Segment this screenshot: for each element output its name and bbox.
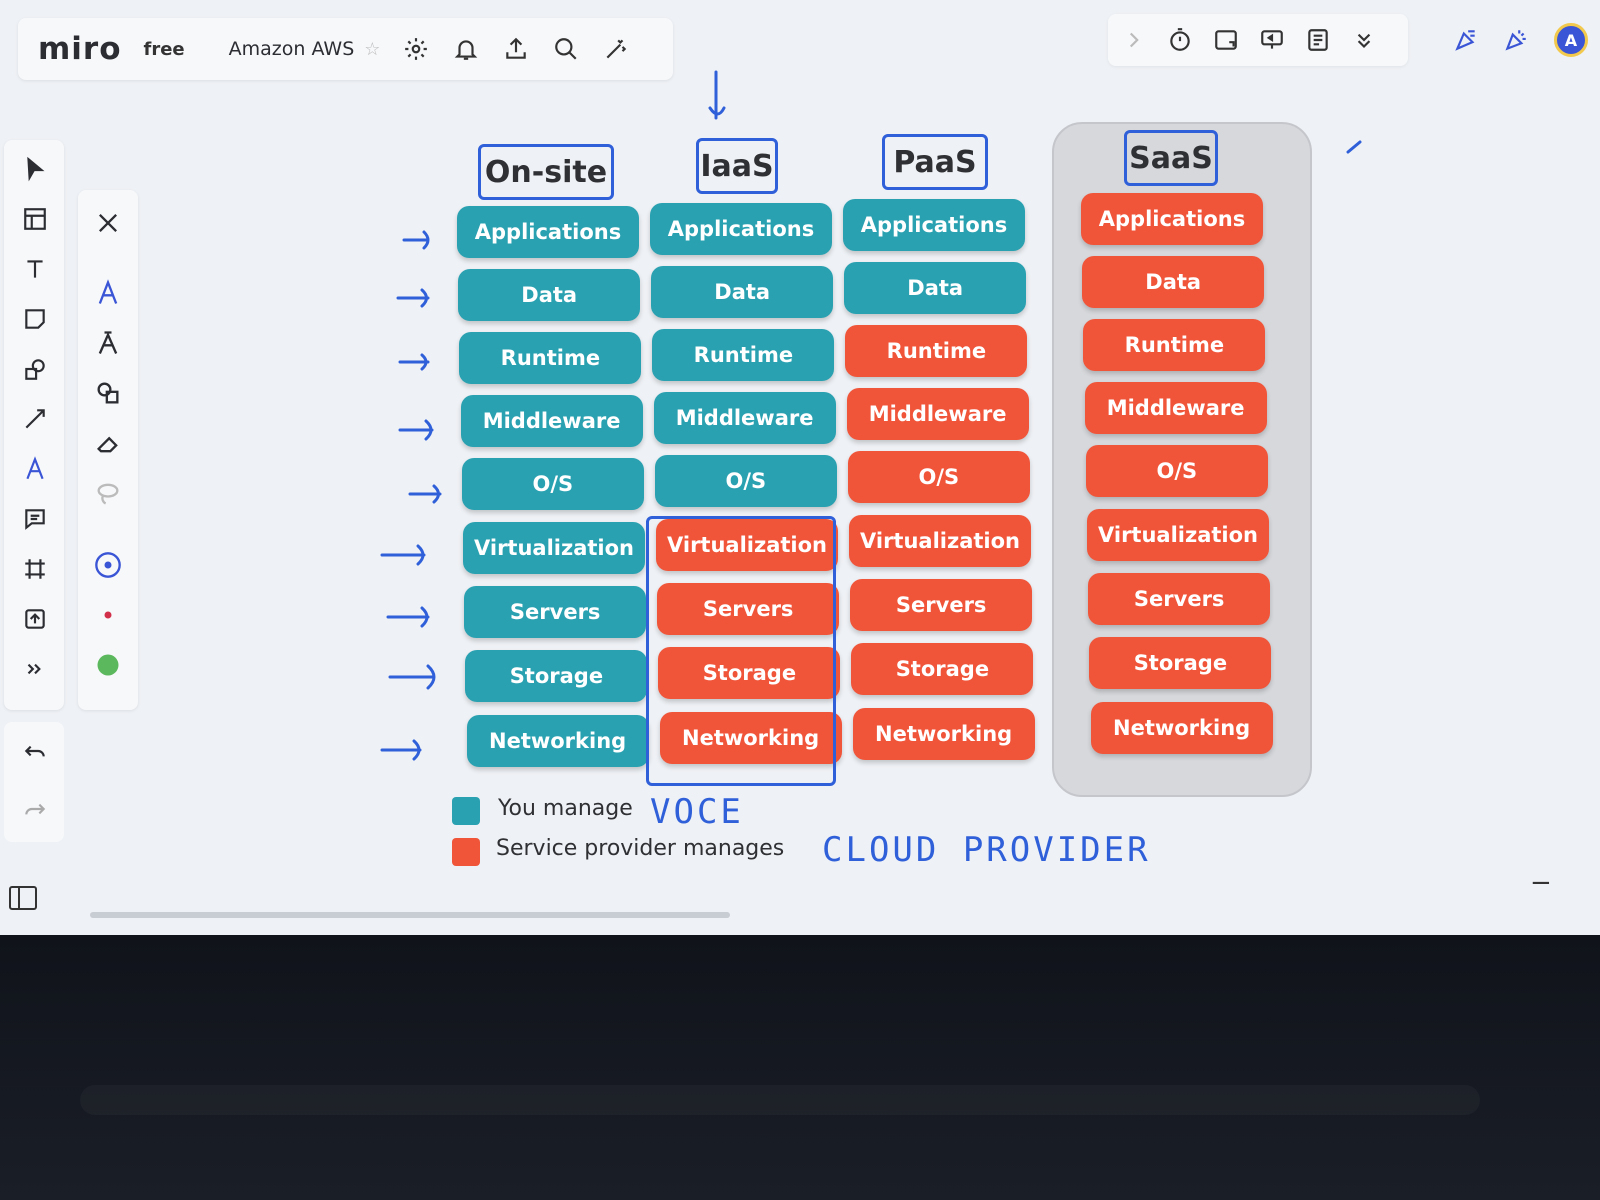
tile-iaas-os[interactable]: O/S xyxy=(654,455,837,507)
timer-icon[interactable] xyxy=(1166,26,1194,54)
lasso-icon[interactable] xyxy=(93,478,123,508)
avatar[interactable]: A xyxy=(1554,23,1588,57)
comment-icon[interactable] xyxy=(20,504,50,534)
more-icon[interactable] xyxy=(1350,26,1378,54)
tile-on-site-servers[interactable]: Servers xyxy=(464,586,647,638)
magic-icon[interactable] xyxy=(602,35,630,63)
upload-icon[interactable] xyxy=(20,604,50,634)
more-tools-icon[interactable] xyxy=(20,654,50,684)
pen-icon[interactable] xyxy=(20,454,50,484)
search-icon[interactable] xyxy=(552,35,580,63)
text-icon[interactable] xyxy=(20,254,50,284)
horizontal-scrollbar[interactable] xyxy=(90,912,730,918)
select-icon[interactable] xyxy=(20,154,50,184)
tile-iaas-middleware[interactable]: Middleware xyxy=(653,392,836,444)
present-icon[interactable] xyxy=(1258,26,1286,54)
templates-icon[interactable] xyxy=(20,204,50,234)
tile-on-site-storage[interactable]: Storage xyxy=(465,650,648,702)
laptop-bezel xyxy=(0,935,1600,1200)
tile-saas-os[interactable]: O/S xyxy=(1085,445,1268,497)
tile-saas-middleware[interactable]: Middleware xyxy=(1084,382,1267,434)
pages-panel-icon[interactable] xyxy=(8,885,38,915)
handwritten-cloud-provider: CLOUD PROVIDER xyxy=(822,830,1151,870)
frame-icon[interactable] xyxy=(20,554,50,584)
column-title-on-site[interactable]: On-site xyxy=(478,144,614,200)
tile-on-site-virtualization[interactable]: Virtualization xyxy=(463,522,645,574)
pen-subtoolbar xyxy=(78,190,138,710)
top-right-toolbar xyxy=(1108,14,1408,66)
pen-icon[interactable] xyxy=(93,278,123,308)
miro-screen: miro free Amazon AWS ☆ A On-site Applica… xyxy=(0,0,1600,935)
highlighter-icon[interactable] xyxy=(93,328,123,358)
tile-on-site-networking[interactable]: Networking xyxy=(466,715,649,767)
close-icon[interactable] xyxy=(93,208,123,238)
tile-paas-os[interactable]: O/S xyxy=(847,451,1030,503)
celebrate-icon[interactable] xyxy=(1502,26,1530,54)
provider-manages-swatch xyxy=(452,838,480,866)
miro-logo[interactable]: miro xyxy=(38,31,122,67)
left-toolbar xyxy=(4,140,64,710)
tile-paas-networking[interactable]: Networking xyxy=(852,708,1035,760)
card-icon[interactable] xyxy=(1212,26,1240,54)
collaboration-area: A xyxy=(1430,14,1600,66)
tile-paas-middleware[interactable]: Middleware xyxy=(846,388,1029,440)
tile-saas-virtualization[interactable]: Virtualization xyxy=(1087,509,1269,561)
tile-paas-virtualization[interactable]: Virtualization xyxy=(849,515,1031,567)
handwritten-iaas-box xyxy=(646,516,836,786)
redo-icon[interactable] xyxy=(20,794,50,824)
tile-on-site-applications[interactable]: Applications xyxy=(457,206,639,258)
top-bar: miro free Amazon AWS ☆ xyxy=(18,18,673,80)
bezel-glare xyxy=(80,1085,1480,1115)
tile-paas-applications[interactable]: Applications xyxy=(843,199,1025,251)
eraser-icon[interactable] xyxy=(93,428,123,458)
tile-on-site-middleware[interactable]: Middleware xyxy=(460,395,643,447)
you-manage-label: You manage xyxy=(498,796,633,821)
tile-iaas-data[interactable]: Data xyxy=(651,266,834,318)
plan-badge: free xyxy=(143,38,185,60)
tile-iaas-runtime[interactable]: Runtime xyxy=(652,329,835,381)
board-name[interactable]: Amazon AWS xyxy=(229,38,355,60)
tile-on-site-data[interactable]: Data xyxy=(458,269,641,321)
notes-icon[interactable] xyxy=(1304,26,1332,54)
tile-saas-data[interactable]: Data xyxy=(1082,256,1265,308)
column-title-saas[interactable]: SaaS xyxy=(1124,130,1218,186)
tile-on-site-os[interactable]: O/S xyxy=(461,458,644,510)
column-title-paas[interactable]: PaaS xyxy=(882,134,988,190)
bell-icon[interactable] xyxy=(452,35,480,63)
you-manage-swatch xyxy=(452,797,480,825)
color-blue-swatch[interactable] xyxy=(93,550,123,580)
tile-paas-servers[interactable]: Servers xyxy=(850,579,1033,631)
color-green-swatch[interactable] xyxy=(93,650,123,680)
tile-paas-storage[interactable]: Storage xyxy=(851,643,1034,695)
tile-paas-runtime[interactable]: Runtime xyxy=(845,325,1028,377)
tile-on-site-runtime[interactable]: Runtime xyxy=(459,332,642,384)
smart-draw-icon[interactable] xyxy=(93,378,123,408)
reactions-icon[interactable] xyxy=(1452,26,1480,54)
settings-icon[interactable] xyxy=(402,35,430,63)
undo-redo-bar xyxy=(4,722,64,842)
tile-saas-storage[interactable]: Storage xyxy=(1089,637,1272,689)
shapes-icon[interactable] xyxy=(20,354,50,384)
provider-manages-label: Service provider manages xyxy=(496,836,785,861)
color-red-swatch[interactable] xyxy=(93,600,123,630)
tile-paas-data[interactable]: Data xyxy=(844,262,1027,314)
zoom-out-button[interactable]: − xyxy=(1530,868,1552,898)
share-icon[interactable] xyxy=(502,35,530,63)
tile-saas-servers[interactable]: Servers xyxy=(1088,573,1271,625)
tile-saas-networking[interactable]: Networking xyxy=(1090,702,1273,754)
column-title-iaas[interactable]: IaaS xyxy=(696,138,778,194)
sticky-note-icon[interactable] xyxy=(20,304,50,334)
tile-iaas-applications[interactable]: Applications xyxy=(650,203,832,255)
chevron-right-icon[interactable] xyxy=(1120,26,1148,54)
tile-saas-applications[interactable]: Applications xyxy=(1081,193,1263,245)
handwritten-voce: VOCE xyxy=(650,792,744,832)
tile-saas-runtime[interactable]: Runtime xyxy=(1083,319,1266,371)
star-icon[interactable]: ☆ xyxy=(364,39,380,60)
line-icon[interactable] xyxy=(20,404,50,434)
undo-icon[interactable] xyxy=(20,736,50,766)
